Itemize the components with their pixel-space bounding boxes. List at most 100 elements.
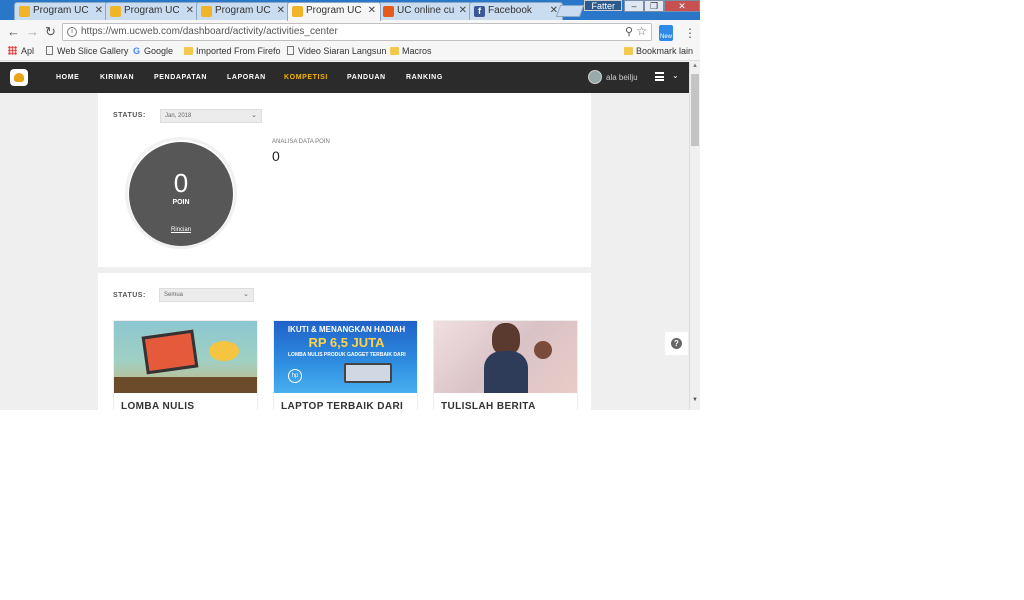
tab-5[interactable]: f Facebook ✕ bbox=[469, 2, 563, 20]
bookmark-google[interactable]: G Google bbox=[133, 46, 173, 56]
tab-label: Facebook bbox=[488, 5, 532, 16]
points-value: 0 bbox=[173, 168, 189, 198]
chevron-down-icon: ⌄ bbox=[243, 291, 249, 298]
minimize-button[interactable]: – bbox=[624, 0, 644, 12]
status-label: STATUS: bbox=[113, 112, 146, 119]
nav-laporan[interactable]: LAPORAN bbox=[227, 74, 266, 81]
close-tab-icon[interactable]: ✕ bbox=[368, 5, 376, 16]
banner-subtitle: LOMBA NULIS PRODUK GADGET TERBAIK DARI bbox=[288, 352, 406, 358]
page-icon bbox=[46, 46, 53, 55]
close-window-button[interactable]: ✕ bbox=[664, 0, 700, 12]
competition-card-berita[interactable]: TULISLAH BERITA bbox=[433, 320, 578, 410]
chevron-down-icon: ⌄ bbox=[251, 112, 257, 119]
bookmark-video[interactable]: Video Siaran Langsun bbox=[287, 46, 386, 56]
tab-3[interactable]: Program UC ✕ bbox=[287, 2, 381, 21]
bookmark-apps[interactable]: Apl bbox=[8, 46, 34, 56]
uc-favicon-icon bbox=[383, 6, 394, 17]
browser-window: Program UC ✕ Program UC ✕ Program UC ✕ P… bbox=[0, 0, 700, 410]
facebook-favicon-icon: f bbox=[474, 6, 485, 17]
laptop-shape bbox=[344, 363, 392, 383]
bookmarks-bar: Apl Web Slice Gallery G Google Imported F… bbox=[0, 44, 700, 61]
zoom-icon[interactable]: ⚲ bbox=[625, 25, 633, 38]
close-tab-icon[interactable]: ✕ bbox=[277, 5, 285, 16]
close-tab-icon[interactable]: ✕ bbox=[459, 5, 467, 16]
tab-0[interactable]: Program UC ✕ bbox=[14, 2, 108, 20]
nav-panduan[interactable]: PANDUAN bbox=[347, 74, 386, 81]
bookmark-macros[interactable]: Macros bbox=[390, 46, 432, 56]
bookmark-label: Macros bbox=[402, 46, 432, 56]
competition-image: IKUTI & MENANGKAN HADIAH RP 6,5 JUTA LOM… bbox=[274, 321, 417, 393]
question-icon: ? bbox=[671, 338, 682, 349]
month-select[interactable]: Jan, 2018 ⌄ bbox=[160, 109, 262, 123]
address-bar[interactable]: i https://wm.ucweb.com/dashboard/activit… bbox=[62, 23, 652, 41]
uc-favicon-icon bbox=[292, 6, 303, 17]
scrollbar[interactable]: ▲ ▼ bbox=[689, 62, 700, 410]
competition-title: LOMBA NULIS bbox=[121, 401, 195, 410]
tab-4[interactable]: UC online cu ✕ bbox=[378, 2, 472, 20]
bookmark-label: Apl bbox=[21, 46, 35, 56]
competition-image bbox=[434, 321, 577, 393]
person-body-shape bbox=[484, 351, 528, 393]
competition-card-laptop[interactable]: IKUTI & MENANGKAN HADIAH RP 6,5 JUTA LOM… bbox=[273, 320, 418, 410]
hp-logo-icon: hp bbox=[288, 369, 302, 383]
reload-icon[interactable]: ↻ bbox=[45, 24, 56, 40]
banner-headline: IKUTI & MENANGKAN HADIAH bbox=[287, 325, 406, 334]
tab-label: Program UC bbox=[215, 5, 271, 16]
status-select[interactable]: Semua ⌄ bbox=[159, 288, 254, 302]
bookmark-imported[interactable]: Imported From Firefo bbox=[184, 46, 281, 56]
extension-icon[interactable]: New bbox=[659, 25, 673, 41]
help-button[interactable]: ? bbox=[665, 332, 688, 355]
site-info-icon[interactable]: i bbox=[67, 27, 77, 37]
cartoon-monitor-shape bbox=[141, 329, 199, 375]
close-tab-icon[interactable]: ✕ bbox=[95, 5, 103, 16]
detail-link[interactable]: Rincian bbox=[129, 227, 233, 233]
points-unit: POIN bbox=[172, 199, 190, 206]
select-value: Jan, 2018 bbox=[165, 113, 192, 119]
scroll-down-icon[interactable]: ▼ bbox=[692, 397, 698, 403]
uc-favicon-icon bbox=[110, 6, 121, 17]
chevron-down-icon[interactable]: ⌄ bbox=[672, 71, 679, 80]
url-text: https://wm.ucweb.com/dashboard/activity/… bbox=[81, 26, 338, 37]
bookmark-star-icon[interactable]: ☆ bbox=[636, 24, 647, 38]
list-icon[interactable] bbox=[655, 72, 664, 81]
ground-shape bbox=[114, 377, 257, 393]
competition-card-lomba-nulis[interactable]: LOMBA NULIS bbox=[113, 320, 258, 410]
points-circle: 0 POIN Rincian bbox=[129, 142, 233, 246]
new-tab-button[interactable] bbox=[555, 5, 585, 17]
browser-menu-icon[interactable]: ⋮ bbox=[684, 26, 696, 40]
profile-name[interactable]: Fatter bbox=[584, 0, 622, 11]
page-content: STATUS: Jan, 2018 ⌄ 0 POIN Rincian ANALI… bbox=[0, 93, 689, 410]
nav-home[interactable]: HOME bbox=[56, 74, 79, 81]
analysis-label: ANALISA DATA POIN bbox=[272, 139, 330, 145]
bookmark-label: Web Slice Gallery bbox=[57, 46, 129, 56]
username[interactable]: ala beilju bbox=[606, 73, 638, 82]
status-label: STATUS: bbox=[113, 292, 146, 299]
bookmark-web-slice-gallery[interactable]: Web Slice Gallery bbox=[46, 46, 128, 56]
avatar[interactable] bbox=[588, 70, 602, 84]
analysis-value: 0 bbox=[272, 148, 280, 164]
bookmark-other[interactable]: Bookmark lain bbox=[624, 46, 693, 56]
nav-kompetisi[interactable]: KOMPETISI bbox=[284, 74, 328, 81]
select-value: Semua bbox=[164, 292, 184, 298]
nav-kiriman[interactable]: KIRIMAN bbox=[100, 74, 134, 81]
tab-label: Program UC bbox=[306, 5, 362, 16]
uc-logo[interactable] bbox=[10, 69, 28, 86]
tab-1[interactable]: Program UC ✕ bbox=[105, 2, 199, 20]
nav-pendapatan[interactable]: PENDAPATAN bbox=[154, 74, 207, 81]
competition-title: LAPTOP TERBAIK DARI bbox=[281, 401, 404, 410]
competitions-card: STATUS: Semua ⌄ LOMBA NULIS IKUTI & MENA… bbox=[98, 273, 591, 410]
competition-title: TULISLAH BERITA bbox=[441, 401, 536, 410]
back-arrow-icon[interactable]: ← bbox=[7, 24, 20, 39]
close-tab-icon[interactable]: ✕ bbox=[186, 5, 194, 16]
window-controls: Fatter – ❐ ✕ bbox=[584, 0, 700, 12]
scroll-up-icon[interactable]: ▲ bbox=[692, 63, 698, 69]
forward-arrow-icon[interactable]: → bbox=[26, 24, 39, 39]
nav-ranking[interactable]: RANKING bbox=[406, 74, 443, 81]
tab-label: UC online cu bbox=[397, 5, 455, 16]
maximize-button[interactable]: ❐ bbox=[644, 0, 664, 12]
uc-favicon-icon bbox=[201, 6, 212, 17]
tab-2[interactable]: Program UC ✕ bbox=[196, 2, 290, 20]
site-navbar: HOME KIRIMAN PENDAPATAN LAPORAN KOMPETIS… bbox=[0, 62, 689, 93]
scroll-thumb[interactable] bbox=[691, 74, 699, 146]
bookmark-label: Google bbox=[144, 46, 174, 56]
